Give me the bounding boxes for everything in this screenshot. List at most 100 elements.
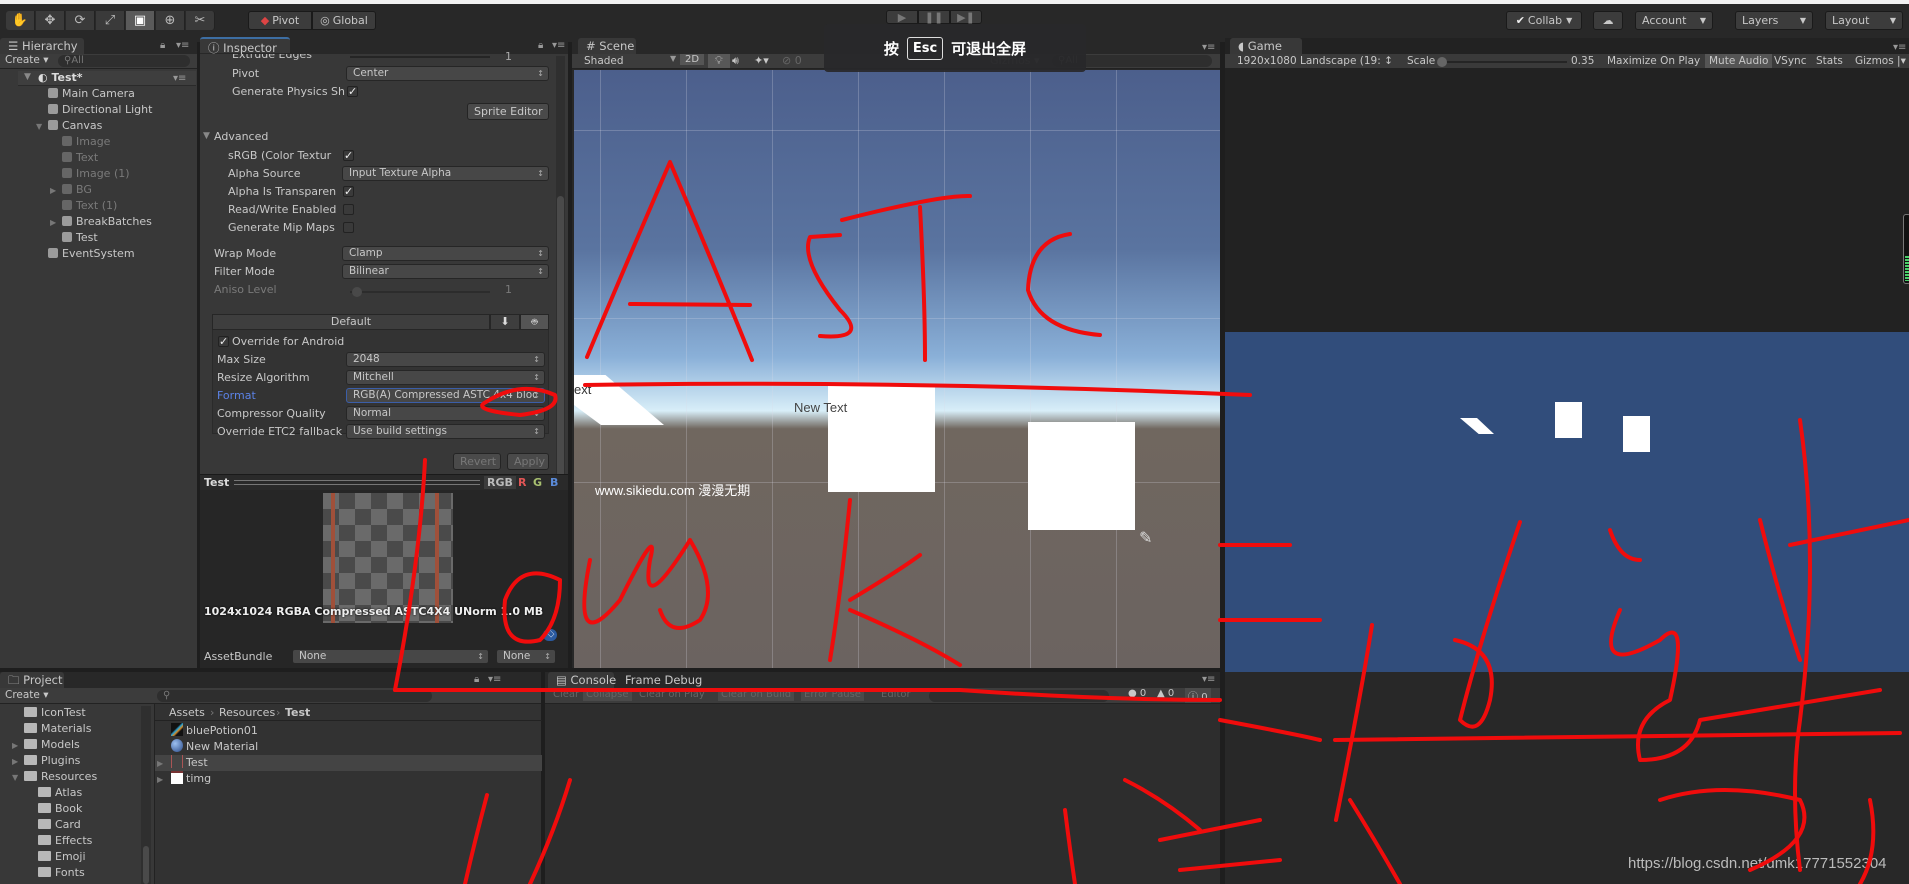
ui-text-new-text[interactable]: New Text <box>794 400 847 415</box>
collab-button[interactable]: ✔ Collab ▼ <box>1506 11 1582 30</box>
scrollbar-thumb[interactable] <box>143 846 149 884</box>
read-write-checkbox[interactable] <box>343 204 354 215</box>
revert-button[interactable]: Revert <box>453 453 501 470</box>
layers-dropdown[interactable]: Layers ▼ <box>1735 11 1813 30</box>
alpha-source-dropdown[interactable]: Input Texture Alpha <box>342 166 549 181</box>
gizmos-dropdown[interactable]: Gizmos |▾ <box>1855 55 1906 67</box>
override-etc2-dropdown[interactable]: Use build settings <box>346 424 545 439</box>
channel-b[interactable]: B <box>550 476 558 489</box>
channel-r[interactable]: R <box>518 476 526 489</box>
folder-item[interactable]: Atlas <box>26 786 82 799</box>
hierarchy-item[interactable]: Text (1) <box>50 199 117 212</box>
lighting-icon[interactable]: 💡︎ <box>708 54 730 68</box>
assetbundle-variant-dropdown[interactable]: None <box>496 649 556 664</box>
srgb-checkbox[interactable]: ✓ <box>343 150 354 161</box>
resize-algorithm-dropdown[interactable]: Mitchell <box>346 370 545 385</box>
sprite-editor-button[interactable]: Sprite Editor <box>467 103 549 120</box>
generate-physics-checkbox[interactable]: ✓ <box>347 86 358 97</box>
asset-item[interactable]: ▶ timg <box>155 771 542 787</box>
channel-g[interactable]: G <box>533 476 542 489</box>
resolution-dropdown[interactable]: 1920x1080 Landscape (19: ↕ <box>1237 55 1393 67</box>
panel-menu-icon[interactable]: ▾≡ <box>1202 674 1215 685</box>
rect-tool-icon[interactable]: ▣ <box>126 11 155 30</box>
hierarchy-item[interactable]: EventSystem <box>36 247 135 260</box>
drag-handle[interactable] <box>234 480 480 485</box>
console-search-input[interactable] <box>929 690 1109 702</box>
channel-rgb[interactable]: RGB <box>484 476 516 489</box>
error-pause-toggle[interactable]: Error Pause <box>801 688 864 701</box>
breadcrumb-assets[interactable]: Assets <box>169 706 205 719</box>
asset-item[interactable]: bluePotion01 <box>155 723 542 739</box>
hierarchy-item[interactable]: Directional Light <box>36 103 152 116</box>
expand-arrow-icon[interactable]: ▶ <box>50 186 62 195</box>
tab-inspector[interactable]: ⓘ Inspector <box>200 37 290 55</box>
scene-viewport[interactable]: ext New Text www.sikiedu.com 漫漫无期 ✎ <box>574 70 1220 668</box>
folder-item[interactable]: Emoji <box>26 850 86 863</box>
compressor-quality-dropdown[interactable]: Normal <box>346 406 545 421</box>
alpha-transparent-checkbox[interactable]: ✓ <box>343 186 354 197</box>
hierarchy-search-input[interactable]: ⚲All <box>58 55 190 67</box>
download-icon[interactable]: ⬇ <box>490 314 520 330</box>
collapse-toggle[interactable]: Collapse <box>583 688 632 701</box>
tab-game[interactable]: ◖ Game <box>1230 38 1302 54</box>
rotate-tool-icon[interactable]: ⟳ <box>66 11 95 30</box>
pivot-toggle[interactable]: ◆ Pivot <box>248 11 312 30</box>
expand-arrow-icon[interactable]: ▼ <box>36 122 48 131</box>
hierarchy-item[interactable]: Test <box>50 231 98 244</box>
filter-mode-dropdown[interactable]: Bilinear <box>342 264 549 279</box>
hierarchy-item[interactable]: Image <box>50 135 110 148</box>
advanced-arrow-icon[interactable]: ▼ <box>203 131 210 141</box>
pause-button[interactable]: ❚❚ <box>918 10 950 24</box>
scene-header[interactable]: ▼ ◐ Test* ▾≡ <box>18 71 196 86</box>
tab-frame-debug[interactable]: Frame Debug <box>617 672 702 688</box>
expand-arrow-icon[interactable]: ▶ <box>12 757 24 766</box>
ui-text-1[interactable]: ext <box>574 382 591 397</box>
breadcrumb-resources[interactable]: Resources <box>219 706 275 719</box>
panel-menu-icon[interactable]: ▾≡ <box>488 674 501 685</box>
transform-tool-icon[interactable]: ⊕ <box>156 11 185 30</box>
scene-menu-icon[interactable]: ▾≡ <box>173 73 186 84</box>
hierarchy-item[interactable]: Main Camera <box>36 87 135 100</box>
extrude-edges-slider[interactable] <box>350 56 490 58</box>
shading-dropdown[interactable]: Shaded <box>584 55 624 67</box>
global-toggle[interactable]: ◎ Global <box>312 11 376 30</box>
expand-arrow-icon[interactable]: ▶ <box>157 775 171 784</box>
lock-icon[interactable]: 🔒︎ <box>538 40 543 51</box>
pivot-dropdown[interactable]: Center <box>346 66 549 81</box>
hierarchy-item[interactable]: ▶ BreakBatches <box>50 215 152 228</box>
effects-icon[interactable]: ✦▾ <box>754 54 769 67</box>
project-search-input[interactable]: ⚲ <box>157 690 432 702</box>
hierarchy-item[interactable]: ▼ Canvas <box>36 119 102 132</box>
mute-audio-toggle[interactable]: Mute Audio <box>1705 54 1773 68</box>
aniso-slider[interactable] <box>350 287 490 297</box>
panel-menu-icon[interactable]: ▾≡ <box>1202 42 1215 53</box>
layout-dropdown[interactable]: Layout ▼ <box>1825 11 1903 30</box>
panel-menu-icon[interactable]: ▾≡ <box>1893 42 1906 53</box>
folder-scrollbar[interactable] <box>141 706 151 884</box>
folder-item[interactable]: Fonts <box>26 866 85 879</box>
warning-filter-toggle[interactable]: ▲ 0 <box>1157 688 1174 699</box>
asset-item[interactable]: ▶ Test <box>155 755 542 771</box>
folder-item[interactable]: ▼ Resources <box>12 770 97 783</box>
tab-hierarchy[interactable]: ☰ Hierarchy <box>0 38 84 54</box>
panel-menu-icon[interactable]: ▾≡ <box>552 40 565 51</box>
folder-item[interactable]: Book <box>26 802 82 815</box>
override-android-checkbox[interactable]: ✓ <box>218 336 229 347</box>
clear-on-play-toggle[interactable]: Clear on Play <box>639 689 705 700</box>
folder-item[interactable]: Effects <box>26 834 92 847</box>
audio-icon[interactable]: 🔊︎ <box>732 54 739 68</box>
hand-tool-icon[interactable]: ✋ <box>6 11 35 30</box>
lock-icon[interactable]: 🔒︎ <box>160 40 165 51</box>
lock-icon[interactable]: 🔒︎ <box>474 674 479 685</box>
clear-on-build-toggle[interactable]: Clear on Build <box>718 688 795 701</box>
advanced-foldout[interactable]: Advanced <box>214 130 268 143</box>
breadcrumb-test[interactable]: Test <box>285 706 310 719</box>
panel-menu-icon[interactable]: ▾≡ <box>176 40 189 51</box>
expand-arrow-icon[interactable]: ▼ <box>12 773 24 782</box>
folder-item[interactable]: Materials <box>12 722 91 735</box>
custom-tool-icon[interactable]: ✂ <box>186 11 215 30</box>
expand-arrow-icon[interactable]: ▶ <box>50 218 62 227</box>
stats-toggle[interactable]: Stats <box>1816 55 1843 67</box>
asset-label-icon[interactable]: 🏷︎ <box>543 629 557 641</box>
folder-item[interactable]: ▶ Plugins <box>12 754 80 767</box>
